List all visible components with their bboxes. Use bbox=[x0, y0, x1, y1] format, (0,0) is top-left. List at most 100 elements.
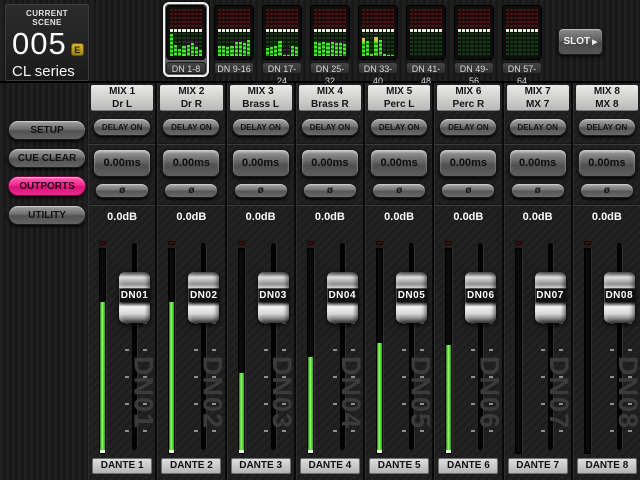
phase-button[interactable]: ø bbox=[164, 183, 218, 198]
meter-zone-red bbox=[318, 9, 321, 28]
meter-zone-green bbox=[483, 33, 486, 56]
outports-button[interactable]: OUTPORTS bbox=[8, 176, 86, 196]
current-scene-panel[interactable]: CURRENT SCENE 005 E CL series bbox=[5, 4, 89, 81]
delay-time-button[interactable]: 0.00ms bbox=[370, 149, 428, 177]
port-label-button[interactable]: DANTE 8 bbox=[577, 458, 637, 474]
meter-zone-red bbox=[235, 9, 238, 28]
delay-on-button[interactable]: DELAY ON bbox=[93, 118, 151, 136]
port-label-button[interactable]: DANTE 4 bbox=[300, 458, 360, 474]
meter-column bbox=[483, 9, 486, 56]
fader-knob[interactable]: DN07 bbox=[535, 272, 566, 323]
delay-time-button[interactable]: 0.00ms bbox=[301, 149, 359, 177]
phase-button[interactable]: ø bbox=[441, 183, 495, 198]
delay-time-button[interactable]: 0.00ms bbox=[578, 149, 636, 177]
meter-column bbox=[527, 9, 530, 56]
meter-block[interactable]: DN 41-48 bbox=[403, 2, 449, 77]
meter-box bbox=[214, 5, 254, 60]
channel-name-button[interactable]: MIX 8 MX 8 bbox=[576, 85, 638, 111]
phase-button[interactable]: ø bbox=[372, 183, 426, 198]
fader-knob[interactable]: DN04 bbox=[327, 272, 358, 323]
port-label-button[interactable]: DANTE 6 bbox=[438, 458, 498, 474]
meter-zone-red bbox=[531, 9, 534, 28]
meter-column-fill bbox=[199, 50, 202, 56]
meter-column-fill bbox=[362, 38, 365, 56]
meter-column-fill bbox=[379, 40, 382, 56]
channel-name-button[interactable]: MIX 6 Perc R bbox=[437, 85, 499, 111]
meter-column-fill bbox=[235, 42, 238, 56]
meter-zone-white bbox=[266, 29, 269, 32]
phase-button[interactable]: ø bbox=[303, 183, 357, 198]
meter-block[interactable]: DN 9-16 bbox=[211, 2, 257, 77]
delay-time-button[interactable]: 0.00ms bbox=[93, 149, 151, 177]
meter-block[interactable]: DN 17-24 bbox=[259, 2, 305, 77]
fader-knob-label: DN07 bbox=[536, 289, 565, 302]
fader-knob[interactable]: DN01 bbox=[119, 272, 150, 323]
channel-name-button[interactable]: MIX 5 Perc L bbox=[368, 85, 430, 111]
delay-on-button[interactable]: DELAY ON bbox=[509, 118, 567, 136]
meter-block[interactable]: DN 1-8 bbox=[163, 2, 209, 77]
phase-button[interactable]: ø bbox=[511, 183, 565, 198]
meter-zone-red bbox=[535, 9, 538, 28]
meter-column-fill bbox=[366, 41, 369, 56]
channel-strip: MIX 2 Dr R DELAY ON 0.00ms ø 0.0dB DN02 … bbox=[157, 83, 224, 480]
setup-button[interactable]: SETUP bbox=[8, 120, 86, 140]
delay-on-button[interactable]: DELAY ON bbox=[232, 118, 290, 136]
section-divider bbox=[366, 143, 432, 145]
meter-block[interactable]: DN 49-56 bbox=[451, 2, 497, 77]
meter-block-label: DN 1-8 bbox=[166, 62, 206, 74]
meter-column bbox=[466, 9, 469, 56]
delay-on-button[interactable]: DELAY ON bbox=[439, 118, 497, 136]
meter-column bbox=[362, 9, 365, 56]
delay-on-button[interactable]: DELAY ON bbox=[162, 118, 220, 136]
channel-name-button[interactable]: MIX 1 Dr L bbox=[91, 85, 153, 111]
channel-watermark: DN05 bbox=[407, 356, 433, 456]
peak-tip bbox=[374, 37, 377, 41]
channel-name-button[interactable]: MIX 4 Brass R bbox=[299, 85, 361, 111]
port-label-button[interactable]: DANTE 5 bbox=[369, 458, 429, 474]
cue-clear-button[interactable]: CUE CLEAR bbox=[8, 148, 86, 168]
port-label-button[interactable]: DANTE 1 bbox=[92, 458, 152, 474]
channel-name-button[interactable]: MIX 3 Brass L bbox=[230, 85, 292, 111]
delay-time-button[interactable]: 0.00ms bbox=[162, 149, 220, 177]
meter-column bbox=[506, 9, 509, 56]
delay-on-button[interactable]: DELAY ON bbox=[301, 118, 359, 136]
port-label-button[interactable]: DANTE 2 bbox=[161, 458, 221, 474]
meter-zone-green bbox=[287, 33, 290, 56]
meter-zone-green bbox=[523, 33, 526, 56]
meter-block[interactable]: DN 33-40 bbox=[355, 2, 401, 77]
channel-name-button[interactable]: MIX 7 MX 7 bbox=[507, 85, 569, 111]
meter-zone-white bbox=[383, 29, 386, 32]
phase-button[interactable]: ø bbox=[234, 183, 288, 198]
delay-time-button[interactable]: 0.00ms bbox=[509, 149, 567, 177]
fader-knob[interactable]: DN06 bbox=[465, 272, 496, 323]
meter-block[interactable]: DN 25-32 bbox=[307, 2, 353, 77]
phase-button[interactable]: ø bbox=[95, 183, 149, 198]
channel-name-button[interactable]: MIX 2 Dr R bbox=[160, 85, 222, 111]
meter-zone-green bbox=[462, 33, 465, 56]
delay-time-button[interactable]: 0.00ms bbox=[439, 149, 497, 177]
meter-zone-green bbox=[218, 33, 221, 56]
meter-zone-white bbox=[195, 29, 198, 32]
meter-zone-red bbox=[195, 9, 198, 28]
fader-knob[interactable]: DN03 bbox=[258, 272, 289, 323]
section-divider bbox=[297, 204, 363, 206]
meter-zone-white bbox=[431, 29, 434, 32]
meter-column bbox=[410, 9, 413, 56]
meter-block[interactable]: DN 57-64 bbox=[499, 2, 545, 77]
delay-on-button[interactable]: DELAY ON bbox=[578, 118, 636, 136]
meter-zone-white bbox=[331, 29, 334, 32]
slot-button[interactable]: SLOT ▶ bbox=[558, 28, 603, 55]
port-label-button[interactable]: DANTE 7 bbox=[508, 458, 568, 474]
fader-knob[interactable]: DN05 bbox=[396, 272, 427, 323]
phase-button[interactable]: ø bbox=[580, 183, 634, 198]
fader-knob[interactable]: DN08 bbox=[604, 272, 635, 323]
utility-button[interactable]: UTILITY bbox=[8, 205, 86, 225]
meter-zone-green bbox=[487, 33, 490, 56]
delay-time-button[interactable]: 0.00ms bbox=[232, 149, 290, 177]
meter-zone-red bbox=[462, 9, 465, 28]
fader-knob[interactable]: DN02 bbox=[188, 272, 219, 323]
delay-on-button[interactable]: DELAY ON bbox=[370, 118, 428, 136]
meter-column bbox=[510, 9, 513, 56]
port-label-button[interactable]: DANTE 3 bbox=[231, 458, 291, 474]
meter-zone-white bbox=[182, 29, 185, 32]
